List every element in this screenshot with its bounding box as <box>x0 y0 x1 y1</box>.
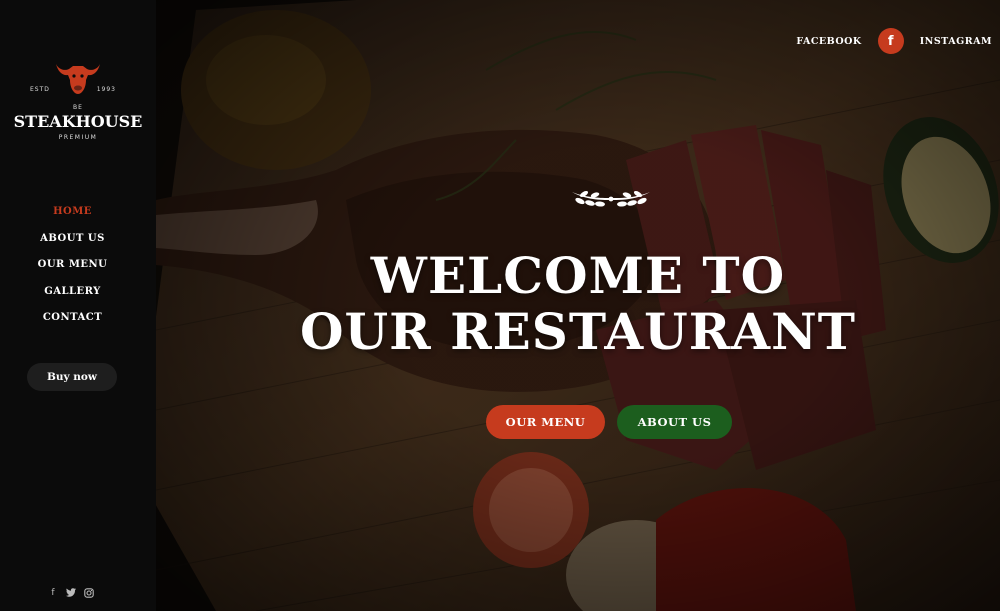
brand-name: STEAKHOUSE <box>13 112 143 131</box>
about-us-button[interactable]: ABOUT US <box>617 405 732 439</box>
brand-logo[interactable]: ESTD 1993 BE STEAKHOUSE PREMIUM <box>0 56 156 141</box>
hero-headline: WELCOME TO OUR RESTAURANT <box>156 248 1000 360</box>
buy-now-button[interactable]: Buy now <box>27 363 117 391</box>
estd-year: 1993 <box>96 86 116 93</box>
sidebar: ESTD 1993 BE STEAKHOUSE PREMIUM HOME ABO… <box>0 0 156 611</box>
our-menu-button[interactable]: OUR MENU <box>486 405 605 439</box>
headline-line-1: WELCOME TO <box>370 246 786 305</box>
estd-row: ESTD 1993 <box>0 86 156 96</box>
facebook-circle-icon[interactable]: f <box>877 28 904 54</box>
facebook-icon[interactable]: f <box>48 588 58 598</box>
main-nav: HOME ABOUT US OUR MENU GALLERY CONTACT <box>0 205 145 338</box>
brand-prefix: BE <box>73 104 83 111</box>
nav-item-contact[interactable]: CONTACT <box>0 311 145 338</box>
nav-item-about-us[interactable]: ABOUT US <box>0 232 145 259</box>
nav-item-home[interactable]: HOME <box>0 205 145 232</box>
estd-label: ESTD <box>30 86 50 93</box>
nav-item-our-menu[interactable]: OUR MENU <box>0 258 145 285</box>
nav-item-gallery[interactable]: GALLERY <box>0 285 145 312</box>
page: ESTD 1993 BE STEAKHOUSE PREMIUM HOME ABO… <box>0 0 1000 611</box>
twitter-icon[interactable] <box>66 588 76 598</box>
facebook-link[interactable]: FACEBOOK <box>796 36 861 47</box>
brand-tagline: PREMIUM <box>58 134 98 141</box>
laurel-ornament-icon <box>572 191 650 207</box>
top-social-links: FACEBOOK f INSTAGRAM <box>796 28 992 54</box>
instagram-icon[interactable] <box>84 588 94 598</box>
sidebar-social-links: f <box>48 588 108 598</box>
instagram-link[interactable]: INSTAGRAM <box>920 36 992 47</box>
headline-line-2: OUR RESTAURANT <box>299 302 857 361</box>
